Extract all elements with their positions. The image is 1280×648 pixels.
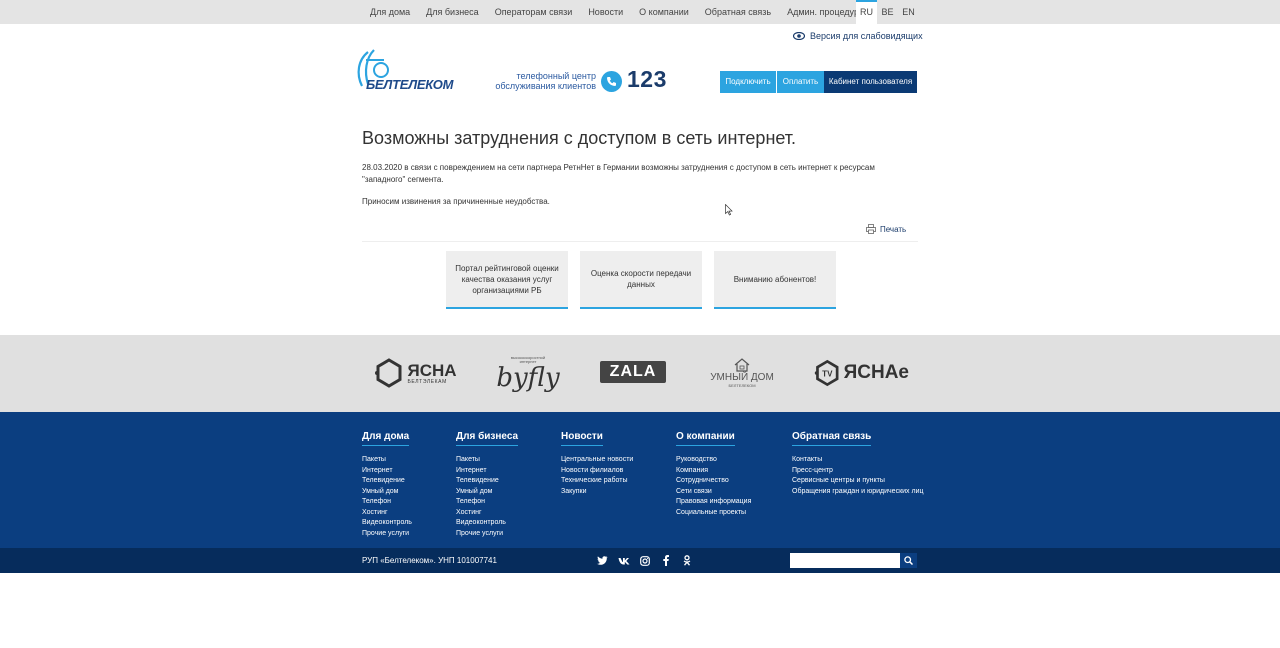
divider — [362, 241, 918, 242]
article-paragraph-2: Приносим извинения за причиненные неудоб… — [362, 197, 550, 206]
facebook-icon[interactable] — [659, 554, 672, 567]
footer-search — [790, 553, 917, 568]
footer-col-about: О компании Руководство Компания Сотрудни… — [676, 428, 751, 518]
byfly-logo[interactable]: высокоскоростной интернет byfly — [493, 353, 563, 395]
footer-link[interactable]: Видеоконтроль — [362, 518, 412, 529]
topnav-news[interactable]: Новости — [588, 7, 623, 17]
footer-link[interactable]: Сотрудничество — [676, 476, 751, 487]
logo-text: БЕЛТЕЛЕКОМ — [366, 77, 454, 92]
footer-link[interactable]: Телефон — [362, 497, 412, 508]
info-cards: Портал рейтинговой оценки качества оказа… — [446, 251, 836, 309]
footer-link[interactable]: Центральные новости — [561, 455, 633, 466]
social-links — [596, 554, 693, 567]
footer-link[interactable]: Сервисные центры и пункты — [792, 476, 924, 487]
phone-icon — [601, 71, 622, 92]
low-vision-link[interactable]: Версия для слабовидящих — [793, 31, 923, 41]
footer-link[interactable]: Закупки — [561, 487, 633, 498]
callcenter-label: телефонный центр обслуживания клиентов — [495, 71, 596, 91]
footer-link[interactable]: Сети связи — [676, 487, 751, 498]
footer-col-title[interactable]: Новости — [561, 431, 603, 446]
footer-link[interactable]: Умный дом — [362, 487, 412, 498]
yasna-icon — [375, 358, 402, 388]
footer-col-title[interactable]: Для дома — [362, 431, 410, 446]
odnoklassniki-icon[interactable] — [680, 554, 693, 567]
lang-en[interactable]: EN — [898, 0, 919, 24]
top-bar: Для дома Для бизнеса Операторам связи Но… — [0, 0, 1280, 24]
smart-home-logo[interactable]: УМНЫЙ ДОМ БЕЛТЕЛЕКОМ — [704, 353, 780, 393]
copyright: РУП «Белтелеком». УНП 101007741 — [362, 556, 497, 565]
twitter-icon[interactable] — [596, 554, 609, 567]
topnav-home[interactable]: Для дома — [370, 7, 410, 17]
footer-link[interactable]: Пакеты — [362, 455, 412, 466]
footer-link[interactable]: Пакеты — [456, 455, 518, 466]
lang-ru[interactable]: RU — [856, 0, 877, 24]
footer-link[interactable]: Правовая информация — [676, 497, 751, 508]
article-paragraph-1: 28.03.2020 в связи с повреждением на сет… — [362, 163, 875, 184]
footer-link[interactable]: Интернет — [362, 466, 412, 477]
footer-link[interactable]: Интернет — [456, 466, 518, 477]
footer-col-title[interactable]: Для бизнеса — [456, 431, 519, 446]
footer-col-feedback: Обратная связь Контакты Пресс-центр Серв… — [792, 428, 924, 497]
footer-link[interactable]: Социальные проекты — [676, 508, 751, 519]
card-subscribers-notice[interactable]: Вниманию абонентов! — [714, 251, 836, 309]
phone-number[interactable]: 123 — [627, 66, 667, 93]
footer-link[interactable]: Видеоконтроль — [456, 518, 518, 529]
footer-link[interactable]: Телевидение — [362, 476, 412, 487]
vk-icon[interactable] — [617, 554, 630, 567]
footer-link[interactable]: Телефон — [456, 497, 518, 508]
footer-col-home: Для дома Пакеты Интернет Телевидение Умн… — [362, 428, 412, 539]
topnav-about[interactable]: О компании — [639, 7, 689, 17]
search-icon — [904, 556, 913, 565]
footer-link[interactable]: Руководство — [676, 455, 751, 466]
footer: Для дома Пакеты Интернет Телевидение Умн… — [0, 412, 1280, 548]
footer-link[interactable]: Пресс-центр — [792, 466, 924, 477]
pay-button[interactable]: Оплатить — [777, 71, 824, 93]
footer-link[interactable]: Прочие услуги — [456, 529, 518, 540]
connect-button[interactable]: Подключить — [720, 71, 777, 93]
user-cabinet-button[interactable]: Кабинет пользователя — [824, 71, 917, 93]
lang-be[interactable]: BE — [877, 0, 898, 24]
yasna-logo[interactable]: ЯСНА БЕЛТЭЛЕКАМ — [372, 353, 458, 393]
footer-col-news: Новости Центральные новости Новости фили… — [561, 428, 633, 497]
topnav-business[interactable]: Для бизнеса — [426, 7, 479, 17]
footer-col-title[interactable]: О компании — [676, 431, 735, 446]
footer-link[interactable]: Компания — [676, 466, 751, 477]
topnav-operators[interactable]: Операторам связи — [495, 7, 573, 17]
printer-icon — [866, 224, 876, 234]
card-speed-test[interactable]: Оценка скорости передачи данных — [580, 251, 702, 309]
instagram-icon[interactable] — [638, 554, 651, 567]
mouse-cursor-icon — [725, 204, 733, 216]
footer-link[interactable]: Контакты — [792, 455, 924, 466]
footer-link[interactable]: Умный дом — [456, 487, 518, 498]
footer-link[interactable]: Технические работы — [561, 476, 633, 487]
eye-icon — [793, 32, 805, 40]
footer-col-title[interactable]: Обратная связь — [792, 431, 872, 446]
topnav-feedback[interactable]: Обратная связь — [705, 7, 771, 17]
tv-hexagon-icon: TV — [814, 359, 839, 387]
footer-link[interactable]: Новости филиалов — [561, 466, 633, 477]
svg-text:TV: TV — [822, 370, 833, 379]
zala-logo[interactable]: ZALA — [600, 361, 666, 383]
footer-link[interactable]: Обращения граждан и юридических лиц — [792, 487, 924, 498]
print-label: Печать — [880, 224, 907, 234]
top-nav: Для дома Для бизнеса Операторам связи Но… — [362, 0, 873, 24]
yasnae-logo[interactable]: TV ЯСНАе — [813, 353, 909, 393]
bottom-bar: РУП «Белтелеком». УНП 101007741 — [0, 548, 1280, 573]
footer-link[interactable]: Телевидение — [456, 476, 518, 487]
house-icon — [734, 358, 750, 372]
footer-col-business: Для бизнеса Пакеты Интернет Телевидение … — [456, 428, 519, 540]
footer-link[interactable]: Хостинг — [456, 508, 518, 519]
page-title: Возможны затруднения с доступом в сеть и… — [362, 128, 797, 148]
footer-link[interactable]: Хостинг — [362, 508, 412, 519]
partners-strip: ЯСНА БЕЛТЭЛЕКАМ высокоскоростной интерне… — [0, 335, 1280, 412]
card-rating-portal[interactable]: Портал рейтинговой оценки качества оказа… — [446, 251, 568, 309]
search-button[interactable] — [900, 553, 917, 568]
print-link[interactable]: Печать — [866, 224, 906, 234]
search-input[interactable] — [790, 553, 900, 568]
footer-link[interactable]: Прочие услуги — [362, 529, 412, 540]
topnav-admin[interactable]: Админ. процедуры — [787, 7, 865, 17]
header-buttons: Подключить Оплатить Кабинет пользователя — [720, 71, 917, 93]
language-switcher: RU BE EN — [856, 0, 919, 24]
low-vision-label: Версия для слабовидящих — [810, 31, 923, 41]
